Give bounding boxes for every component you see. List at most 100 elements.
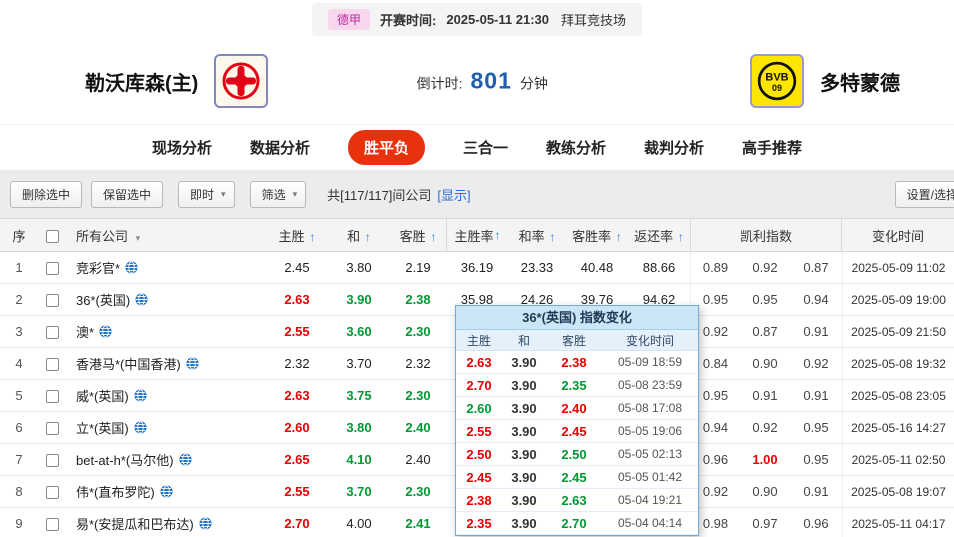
show-link[interactable]: [显示]: [437, 185, 470, 204]
company-cell[interactable]: 威*(英国): [66, 386, 266, 405]
change-time: 2025-05-08 19:32: [842, 348, 954, 379]
delete-selected-button[interactable]: 删除选中: [10, 180, 83, 208]
time-mode-dropdown[interactable]: 即时 ▾: [178, 180, 235, 208]
col-away-rate-label: 客胜率: [572, 228, 612, 244]
company-cell[interactable]: bet-at-h*(马尔他): [66, 450, 266, 469]
col-company-label: 所有公司: [76, 228, 129, 244]
company-cell[interactable]: 澳*: [66, 322, 266, 341]
company-cell[interactable]: 立*(英国): [66, 418, 266, 437]
tab-2[interactable]: 数据分析: [250, 137, 310, 158]
odds-draw[interactable]: 3.80: [328, 420, 390, 435]
tab-5[interactable]: 教练分析: [546, 137, 606, 158]
keep-selected-button[interactable]: 保留选中: [91, 180, 164, 208]
row-checkbox[interactable]: [45, 422, 59, 436]
popup-row: 2.60 3.90 2.40 05-08 17:08: [456, 397, 698, 420]
tab-6[interactable]: 裁判分析: [644, 137, 704, 158]
odds-away[interactable]: 2.32: [390, 356, 446, 371]
chevron-down-icon: ▾: [292, 188, 298, 199]
odds-draw[interactable]: 3.70: [328, 356, 390, 371]
filter-dropdown[interactable]: 筛选 ▾: [249, 180, 307, 208]
odds-away[interactable]: 2.19: [390, 260, 446, 275]
globe-icon: [160, 485, 173, 498]
popup-change-time: 05-04 04:14: [617, 516, 683, 530]
col-away-rate[interactable]: 客胜率 ↑: [566, 226, 628, 245]
odds-away[interactable]: 2.40: [390, 420, 446, 435]
odds-away[interactable]: 2.30: [390, 388, 446, 403]
company-cell[interactable]: 36*(英国): [66, 290, 266, 309]
popup-col-4: 变化时间: [625, 333, 674, 348]
col-company[interactable]: 所有公司 ▾: [66, 226, 266, 245]
odds-draw[interactable]: 4.00: [328, 516, 390, 531]
col-home-rate[interactable]: 主胜率 ↑: [446, 219, 508, 251]
kelly-draw: 0.95: [752, 292, 778, 307]
odds-home[interactable]: 2.60: [266, 420, 328, 435]
odds-home[interactable]: 2.63: [266, 292, 328, 307]
sort-asc-icon: ↑: [364, 229, 371, 244]
company-cell[interactable]: 伟*(直布罗陀): [66, 482, 266, 501]
odds-home[interactable]: 2.55: [266, 484, 328, 499]
kelly-away: 0.95: [803, 420, 829, 435]
col-return-rate[interactable]: 返还率 ↑: [628, 226, 690, 245]
countdown-unit: 分钟: [519, 75, 548, 92]
company-cell[interactable]: 香港马*(中国香港): [66, 354, 266, 373]
odds-away[interactable]: 2.40: [390, 452, 446, 467]
odds-away[interactable]: 2.38: [390, 292, 446, 307]
chevron-down-icon: ▾: [221, 188, 226, 199]
row-checkbox[interactable]: [45, 358, 59, 372]
col-draw-rate[interactable]: 和率 ↑: [508, 226, 566, 245]
popup-title: 36*(英国) 指数变化: [456, 306, 698, 330]
row-number: 6: [15, 420, 23, 435]
tab-3[interactable]: 胜平负: [347, 130, 425, 165]
row-number: 1: [15, 260, 23, 275]
sort-asc-icon: ↑: [494, 228, 501, 242]
company-cell[interactable]: 易*(安提瓜和巴布达): [66, 514, 266, 533]
row-checkbox[interactable]: [45, 262, 59, 276]
odds-away[interactable]: 2.30: [390, 324, 446, 339]
row-checkbox[interactable]: [45, 518, 59, 532]
tab-4[interactable]: 三合一: [463, 137, 508, 158]
row-checkbox[interactable]: [45, 486, 59, 500]
kelly-away: 0.95: [803, 452, 829, 467]
odds-draw[interactable]: 3.75: [328, 388, 390, 403]
company-cell[interactable]: 竞彩官*: [66, 258, 266, 277]
odds-home[interactable]: 2.45: [266, 260, 328, 275]
home-team-name: 勒沃库森(主): [85, 72, 199, 95]
odds-draw[interactable]: 3.70: [328, 484, 390, 499]
col-draw-odds[interactable]: 和 ↑: [328, 226, 390, 245]
company-name: 澳*: [76, 325, 95, 340]
odds-home[interactable]: 2.70: [266, 516, 328, 531]
odds-away[interactable]: 2.30: [390, 484, 446, 499]
row-checkbox[interactable]: [45, 294, 59, 308]
row-checkbox[interactable]: [45, 454, 59, 468]
odds-draw[interactable]: 3.90: [328, 292, 390, 307]
popup-row: 2.45 3.90 2.45 05-05 01:42: [456, 466, 698, 489]
odds-home[interactable]: 2.32: [266, 356, 328, 371]
odds-draw[interactable]: 4.10: [328, 452, 390, 467]
home-team: 勒沃库森(主): [85, 54, 269, 108]
popup-change-time: 05-08 17:08: [617, 401, 683, 415]
col-away-odds[interactable]: 客胜 ↑: [390, 226, 446, 245]
time-mode-label: 即时: [190, 187, 215, 202]
kelly-away: 0.91: [803, 484, 829, 499]
popup-odds-home: 2.38: [466, 492, 492, 508]
odds-draw[interactable]: 3.60: [328, 324, 390, 339]
company-name: 36*(英国): [76, 293, 131, 308]
row-checkbox[interactable]: [45, 390, 59, 404]
change-time: 2025-05-08 19:07: [842, 476, 954, 507]
tab-1[interactable]: 现场分析: [152, 137, 212, 158]
row-number: 4: [15, 356, 23, 371]
row-checkbox[interactable]: [45, 326, 59, 340]
select-all-checkbox[interactable]: [45, 229, 59, 243]
settings-button[interactable]: 设置/选择: [894, 180, 954, 208]
odds-home[interactable]: 2.63: [266, 388, 328, 403]
odds-home[interactable]: 2.65: [266, 452, 328, 467]
odds-draw[interactable]: 3.80: [328, 260, 390, 275]
odds-away[interactable]: 2.41: [390, 516, 446, 531]
tab-7[interactable]: 高手推荐: [742, 137, 802, 158]
col-home-odds[interactable]: 主胜 ↑: [266, 226, 328, 245]
away-team: BVB 09 多特蒙德: [750, 54, 900, 108]
popup-odds-draw: 3.90: [511, 423, 537, 439]
col-return-rate-label: 返还率: [634, 228, 674, 244]
league-badge: 德甲: [327, 8, 370, 30]
odds-home[interactable]: 2.55: [266, 324, 328, 339]
